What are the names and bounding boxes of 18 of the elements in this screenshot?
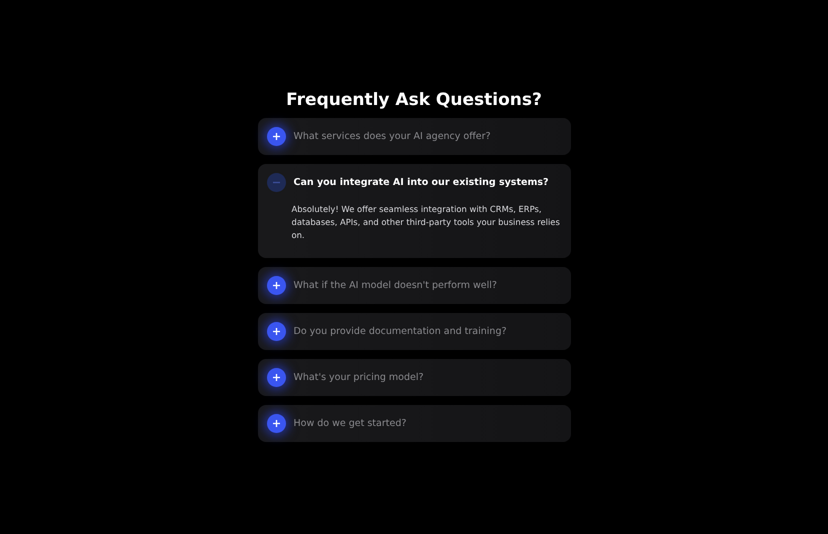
- faq-answer: Absolutely! We offer seamless integration with CRMs, ERPs, databases, APIs, and other third-party tools your business relies on.: [290, 203, 561, 242]
- plus-icon: [272, 419, 280, 428]
- faq-question[interactable]: What's your pricing model?: [294, 370, 424, 386]
- plus-icon: [272, 281, 280, 290]
- faq-question[interactable]: Do you provide documentation and training?: [294, 324, 507, 340]
- plus-icon: [272, 373, 280, 382]
- page-title: Frequently Ask Questions?: [285, 90, 543, 110]
- expand-button[interactable]: [266, 414, 286, 434]
- plus-icon: [272, 327, 280, 336]
- expand-button[interactable]: [266, 322, 286, 342]
- faq-question[interactable]: Can you integrate AI into our existing systems?: [294, 176, 549, 190]
- faq-question[interactable]: What if the AI model doesn't perform well?: [294, 278, 497, 294]
- plus-icon: [272, 132, 280, 142]
- faq-question[interactable]: How do we get started?: [294, 416, 406, 432]
- faq-question[interactable]: What services does your AI agency offer?: [294, 130, 491, 144]
- expand-button[interactable]: [266, 368, 286, 388]
- expand-button[interactable]: [266, 127, 286, 146]
- expand-button[interactable]: [266, 276, 286, 296]
